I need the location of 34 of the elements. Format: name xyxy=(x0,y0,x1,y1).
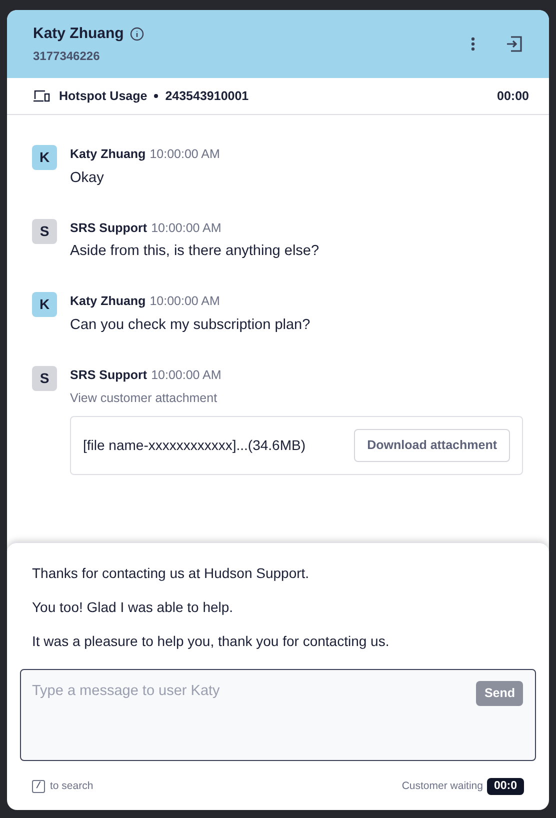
message-text: Aside from this, is there anything else? xyxy=(70,242,320,262)
sender-name: Katy Zhuang xyxy=(70,146,146,163)
download-button[interactable]: Download attachment xyxy=(354,429,510,462)
sender-name: SRS Support xyxy=(70,366,148,384)
avatar: S xyxy=(32,218,57,244)
sender-name: Katy Zhuang xyxy=(70,293,146,310)
account-number: 243543910001 xyxy=(165,88,250,105)
message-time: 10:00:00 AM xyxy=(151,220,222,236)
more-options-icon[interactable] xyxy=(471,37,475,51)
slash-key: / xyxy=(32,780,45,793)
message-time: 10:00:00 AM xyxy=(151,366,222,384)
file-name: [file name-xxxxxxxxxxxx]...(34.6MB) xyxy=(83,436,306,455)
contact-phone: 3177346226 xyxy=(33,48,101,66)
message-time: 10:00:00 AM xyxy=(150,293,220,310)
info-icon[interactable] xyxy=(130,27,144,41)
message-text: Can you check my subscription plan? xyxy=(70,316,312,335)
exit-icon[interactable] xyxy=(505,35,523,53)
avatar: K xyxy=(32,145,57,170)
session-timer: 00:00 xyxy=(497,88,529,105)
contact-name: Katy Zhuang xyxy=(33,24,124,44)
session-topic: Hotspot Usage xyxy=(59,88,148,105)
suggested-reply[interactable]: You too! Glad I was able to help. xyxy=(32,596,536,618)
message-text: Okay xyxy=(70,168,105,188)
search-hint: to search xyxy=(50,778,94,794)
message-time: 10:00:00 AM xyxy=(150,146,220,163)
suggested-reply[interactable]: Thanks for contacting us at Hudson Support. xyxy=(32,562,536,584)
devices-icon xyxy=(33,89,50,103)
avatar: K xyxy=(32,292,57,317)
waiting-label: Customer waiting xyxy=(402,778,483,794)
avatar: S xyxy=(32,366,57,390)
attachment-note: View customer attachment xyxy=(70,390,218,408)
suggested-reply[interactable]: It was a pleasure to help you, thank you for contacting us. xyxy=(32,630,536,652)
waiting-timer: 00:0 xyxy=(486,778,524,795)
sender-name: SRS Support xyxy=(70,220,148,237)
